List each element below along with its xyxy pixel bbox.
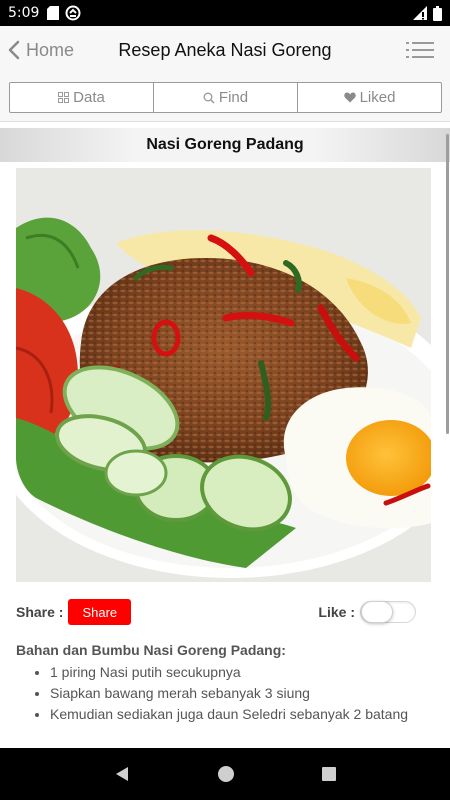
like-toggle-knob xyxy=(361,601,393,623)
tab-find[interactable]: Find xyxy=(153,83,297,112)
recents-square-icon[interactable] xyxy=(321,766,337,782)
list-item: Siapkan bawang merah sebanyak 3 siung xyxy=(50,683,432,704)
app-header: Home Resep Aneka Nasi Goreng xyxy=(0,26,450,74)
fried-rice-plate-image xyxy=(16,168,431,582)
scrollbar[interactable] xyxy=(446,134,449,434)
tab-data-label: Data xyxy=(73,89,105,106)
ingredients-section: Bahan dan Bumbu Nasi Goreng Padang: 1 pi… xyxy=(16,642,432,725)
sd-card-icon xyxy=(47,6,60,20)
status-time: 5:09 xyxy=(8,5,40,21)
like-control: Like : xyxy=(318,601,416,623)
tab-liked[interactable]: Liked xyxy=(297,83,441,112)
battery-icon xyxy=(433,5,442,21)
recipe-photo xyxy=(16,168,431,582)
grid-icon xyxy=(58,92,70,103)
ingredients-heading: Bahan dan Bumbu Nasi Goreng Padang: xyxy=(16,642,286,658)
system-nav-bar xyxy=(0,748,450,800)
heart-icon xyxy=(343,92,356,103)
tab-bar: Data Find Liked xyxy=(9,82,442,113)
tab-data[interactable]: Data xyxy=(10,83,153,112)
share-label: Share : xyxy=(16,604,64,620)
recipe-title: Nasi Goreng Padang xyxy=(0,128,450,162)
tab-bar-container: Data Find Liked xyxy=(0,74,450,122)
list-item: Kemudian sediakan juga daun Seledri seba… xyxy=(50,704,432,725)
ingredients-list: 1 piring Nasi putih secukupnya Siapkan b… xyxy=(16,662,432,725)
list-item: 1 piring Nasi putih secukupnya xyxy=(50,662,432,683)
sync-icon xyxy=(65,5,81,21)
like-toggle[interactable] xyxy=(360,601,416,623)
status-bar: 5:09 xyxy=(0,0,450,26)
list-icon[interactable] xyxy=(406,38,434,62)
recipe-detail[interactable]: Nasi Goreng Padang Share: Share Like: … xyxy=(0,122,450,748)
chevron-left-icon xyxy=(8,40,20,60)
signal-icon xyxy=(413,6,427,20)
home-circle-icon[interactable] xyxy=(217,765,235,783)
like-label: Like : xyxy=(318,604,355,620)
back-label: Home xyxy=(26,39,75,60)
tab-liked-label: Liked xyxy=(359,89,396,106)
search-icon xyxy=(203,92,215,104)
share-button[interactable]: Share xyxy=(68,599,132,625)
back-button[interactable]: Home xyxy=(0,26,74,74)
share-like-row: Share : Share Like : xyxy=(16,598,416,626)
back-triangle-icon[interactable] xyxy=(113,765,131,783)
tab-find-label: Find xyxy=(218,89,249,106)
